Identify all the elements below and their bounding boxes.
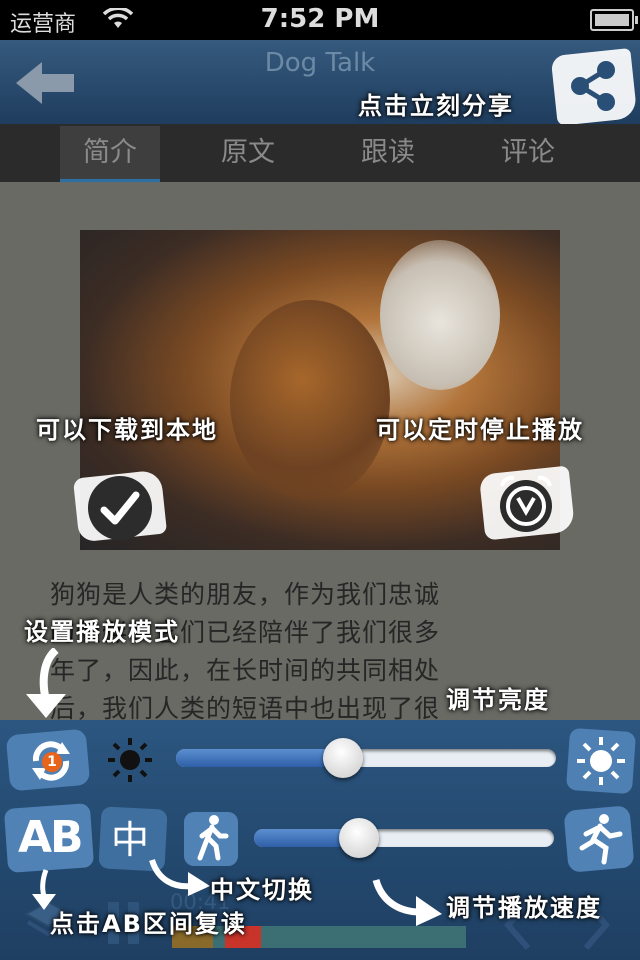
speed-slider-thumb[interactable] (339, 818, 379, 858)
callout-speed: 调节播放速度 (446, 894, 602, 922)
share-icon (571, 61, 615, 111)
alarm-clock-icon (500, 475, 552, 532)
tab-follow-read[interactable]: 跟读 (338, 124, 438, 182)
status-time: 7:52 PM (260, 4, 380, 34)
brightness-slider-fill (176, 749, 343, 767)
down-arrow-icon (26, 648, 66, 718)
callout-timer: 可以定时停止播放 (376, 416, 584, 444)
play-mode-button[interactable]: 1 (5, 728, 92, 792)
callout-mode: 设置播放模式 (24, 618, 180, 646)
callout-brightness: 调节亮度 (446, 686, 550, 714)
photo-dog-ear (230, 300, 390, 500)
run-icon (579, 814, 623, 865)
mode-badge: 1 (42, 752, 62, 772)
battery-icon (590, 9, 638, 31)
brightness-slider[interactable] (176, 738, 556, 778)
check-icon (100, 491, 140, 525)
brightness-high-icon (577, 737, 625, 785)
brightness-low-icon (108, 738, 152, 782)
photo-dog-face (380, 240, 500, 390)
tab-original[interactable]: 原文 (198, 124, 298, 182)
walk-icon (197, 815, 229, 861)
timer-button[interactable] (474, 462, 578, 546)
brightness-slider-thumb[interactable] (323, 738, 363, 778)
tab-comments[interactable]: 评论 (478, 124, 578, 182)
tab-intro[interactable]: 简介 (60, 124, 160, 182)
share-button[interactable] (548, 48, 638, 126)
callout-chinese: 中文切换 (210, 876, 314, 904)
callout-share: 点击立刻分享 (358, 92, 514, 120)
down-arrow-icon (372, 878, 442, 926)
ab-repeat-button[interactable]: AB (18, 806, 88, 870)
down-arrow-icon (149, 858, 210, 896)
status-bar: 运营商 7:52 PM (0, 0, 640, 40)
download-button[interactable] (70, 468, 170, 544)
page-title: Dog Talk (264, 48, 376, 78)
callout-ab-repeat: 点击AB区间复读 (50, 910, 247, 938)
speed-slider[interactable] (254, 818, 554, 858)
article-line: 狗狗是人类的朋友，作为我们忠诚 (50, 580, 441, 609)
callout-download: 可以下载到本地 (36, 416, 218, 444)
